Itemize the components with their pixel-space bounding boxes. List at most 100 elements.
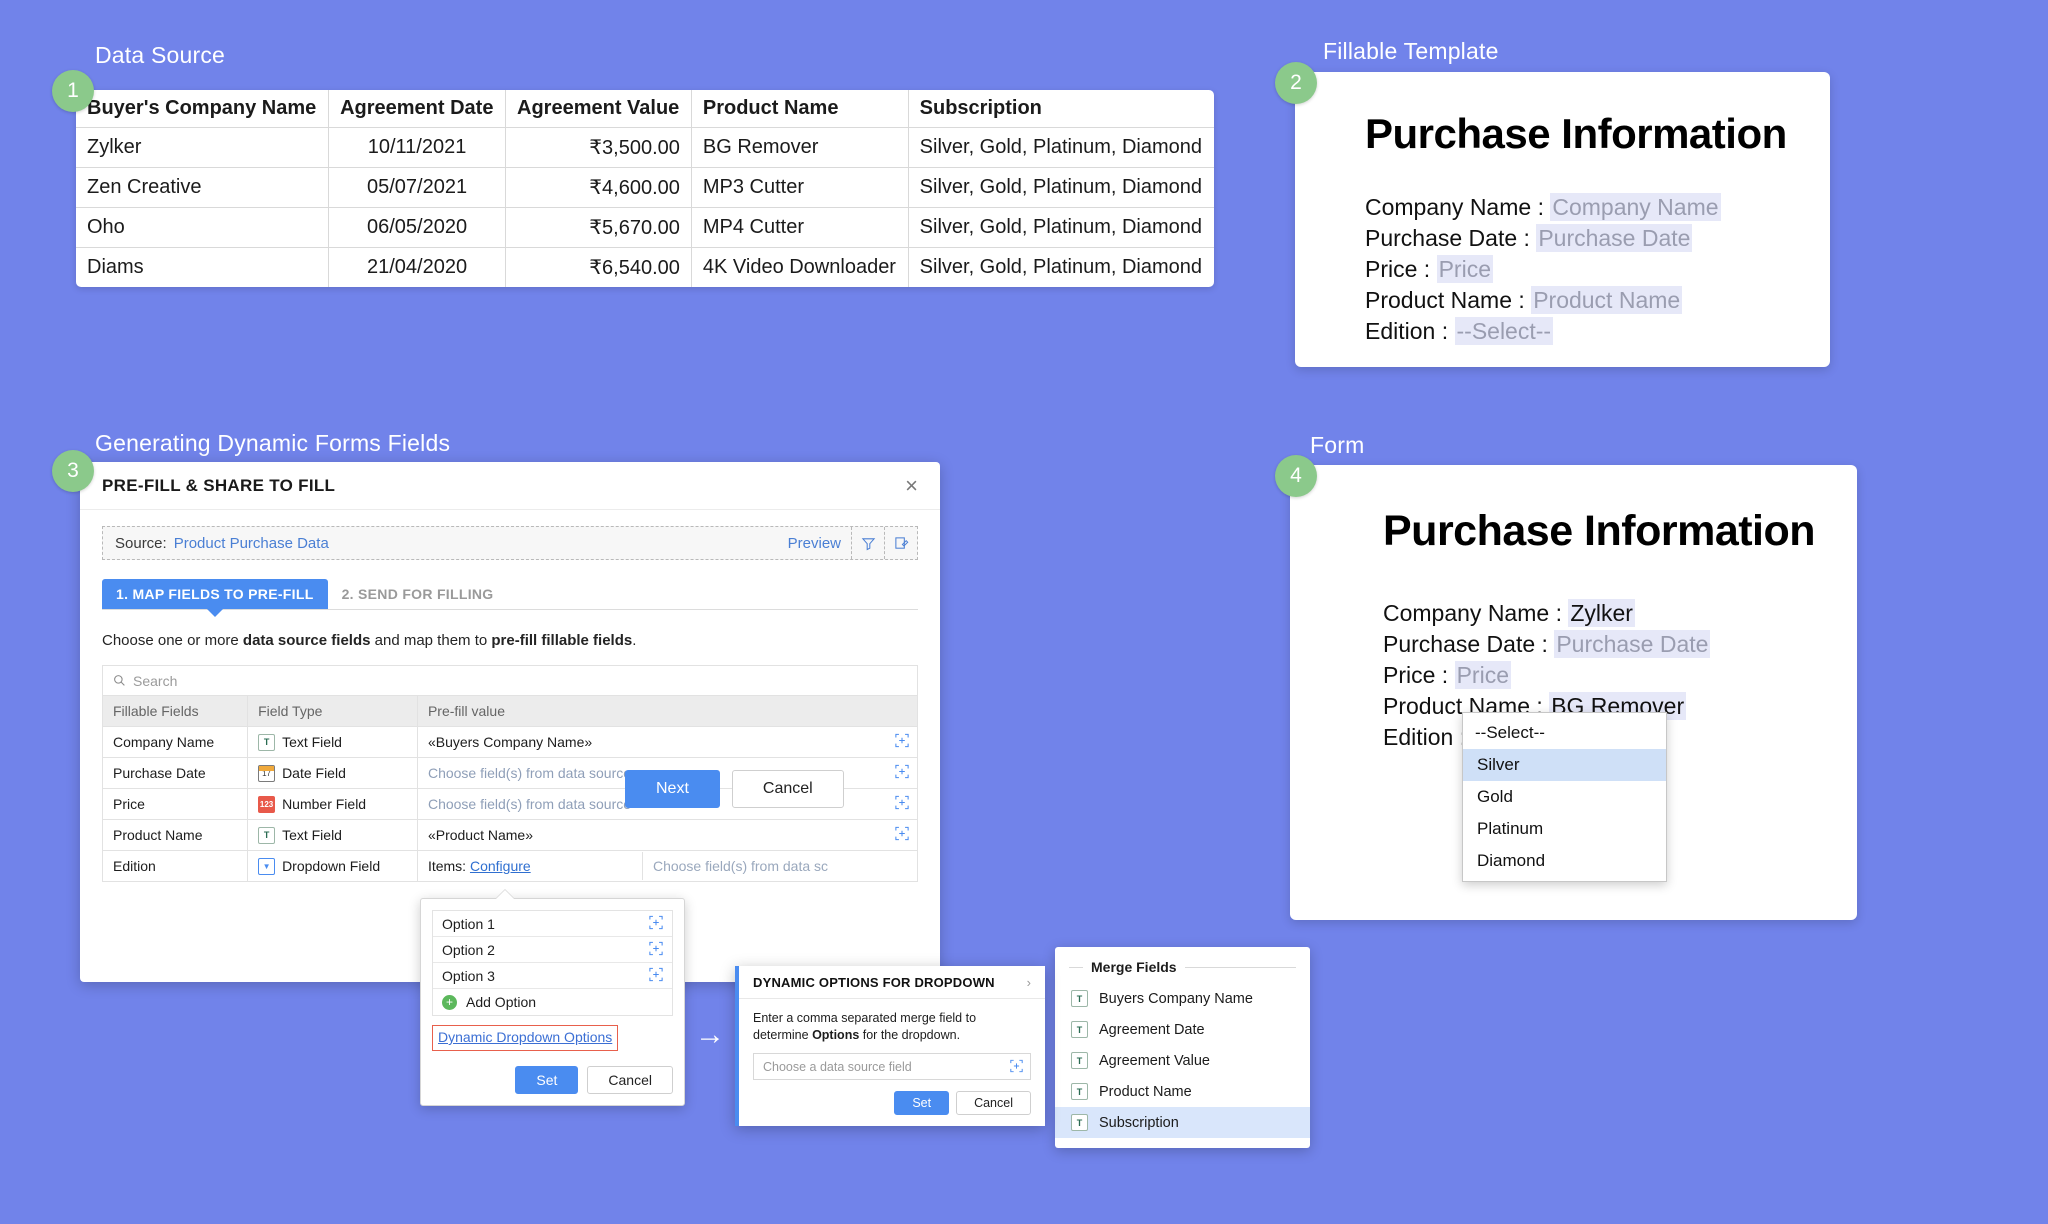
- merge-field-item[interactable]: T Product Name: [1055, 1076, 1310, 1107]
- table-cell: ₹5,670.00: [505, 207, 692, 248]
- field-value[interactable]: Product Name: [1531, 286, 1683, 314]
- field-value[interactable]: Purchase Date: [1554, 630, 1711, 658]
- items-configure-cell: Items: Configure Choose field(s) from dat…: [416, 850, 919, 882]
- field-value[interactable]: Price: [1454, 661, 1511, 689]
- fillable-template-document: Purchase Information Company Name : Comp…: [1295, 72, 1830, 367]
- text-field-icon: T: [258, 826, 276, 844]
- prefill-value-cell[interactable]: «Buyers Company Name»: [416, 726, 919, 758]
- tab-1[interactable]: 1. MAP FIELDS TO PRE-FILL: [102, 579, 328, 609]
- helper-suffix: .: [632, 632, 637, 649]
- field-label: Company Name :: [1365, 194, 1551, 220]
- merge-field-item[interactable]: T Agreement Value: [1055, 1045, 1310, 1076]
- compose-icon[interactable]: [884, 527, 917, 559]
- dialog-title: PRE-FILL & SHARE TO FILL: [102, 475, 336, 495]
- table-row: Oho 06/05/2020 ₹5,670.00 MP4 Cutter Silver, …: [76, 207, 1214, 248]
- dropdown-option[interactable]: Silver: [1463, 749, 1666, 781]
- options-set-button[interactable]: Set: [515, 1066, 579, 1094]
- source-value[interactable]: Product Purchase Data: [174, 535, 329, 552]
- prefill-value-cell[interactable]: «Product Name»: [416, 819, 919, 851]
- field-value[interactable]: Zylker: [1568, 599, 1635, 627]
- fillable-template-title: Purchase Information: [1365, 110, 1787, 157]
- insert-merge-field-icon[interactable]: [895, 733, 909, 751]
- field-value[interactable]: Purchase Date: [1536, 224, 1693, 252]
- preview-link[interactable]: Preview: [788, 535, 851, 552]
- table-cell: Zylker: [76, 127, 330, 168]
- field-label: Edition :: [1365, 318, 1455, 344]
- field-value[interactable]: --Select--: [1454, 317, 1554, 345]
- dynamic-dropdown-options-highlight: Dynamic Dropdown Options: [432, 1025, 619, 1051]
- step-badge-2: 2: [1275, 62, 1317, 104]
- insert-merge-field-icon[interactable]: [895, 826, 909, 844]
- table-cell: Silver, Gold, Platinum, Diamond: [907, 167, 1214, 208]
- dyn-desc-suffix: for the dropdown.: [859, 1028, 961, 1042]
- options-popup-actions: Set Cancel: [432, 1066, 673, 1094]
- next-button[interactable]: Next: [625, 770, 720, 808]
- table-cell: ₹3,500.00: [505, 127, 692, 168]
- filter-icon[interactable]: [851, 527, 884, 559]
- option-row[interactable]: Option 1: [433, 911, 672, 937]
- helper-prefix: Choose one or more: [102, 632, 243, 649]
- insert-merge-field-icon[interactable]: [1010, 1059, 1023, 1074]
- dynamic-dropdown-options-link[interactable]: Dynamic Dropdown Options: [438, 1029, 612, 1045]
- field-type-label: Text Field: [282, 734, 342, 750]
- text-field-icon: T: [258, 733, 276, 751]
- option-label: Option 3: [442, 967, 495, 984]
- data-source-field-input[interactable]: Choose a data source field: [753, 1053, 1031, 1080]
- merge-field-label: Agreement Date: [1099, 1021, 1205, 1038]
- field-type-cell: T Text Field: [247, 819, 418, 851]
- table-cell: MP3 Cutter: [690, 167, 909, 208]
- dynamic-set-button[interactable]: Set: [894, 1091, 950, 1115]
- cancel-button[interactable]: Cancel: [731, 770, 844, 808]
- table-cell: 10/11/2021: [328, 127, 506, 168]
- field-label: Edition :: [1383, 724, 1473, 750]
- options-cancel-button[interactable]: Cancel: [587, 1066, 673, 1094]
- options-list: Option 1 Option 2 Option 3 + Add Option: [432, 910, 673, 1016]
- map-row-edition: Edition ▼ Dropdown Field Items: Configure Ch…: [101, 850, 919, 882]
- form-label: Form: [1310, 432, 1365, 458]
- insert-merge-field-icon[interactable]: [895, 795, 909, 813]
- dynamic-forms-label: Generating Dynamic Forms Fields: [95, 430, 451, 456]
- table-cell: MP4 Cutter: [690, 207, 909, 248]
- chevron-right-icon[interactable]: ›: [1027, 975, 1031, 990]
- dropdown-field-icon: ▼: [258, 857, 276, 875]
- document-line: Purchase Date : Purchase Date: [1365, 223, 1830, 254]
- insert-merge-field-icon[interactable]: [895, 764, 909, 782]
- field-value[interactable]: Company Name: [1550, 193, 1721, 221]
- merge-field-item[interactable]: T Buyers Company Name: [1055, 983, 1310, 1014]
- tab-2[interactable]: 2. SEND FOR FILLING: [328, 579, 508, 609]
- merge-field-item[interactable]: T Subscription: [1055, 1107, 1310, 1138]
- field-value[interactable]: Price: [1436, 255, 1493, 283]
- edition-prefill-placeholder[interactable]: Choose field(s) from data sc: [643, 852, 917, 880]
- dropdown-option[interactable]: Diamond: [1463, 845, 1666, 877]
- add-option-button[interactable]: + Add Option: [433, 989, 672, 1015]
- close-icon[interactable]: ×: [905, 474, 918, 497]
- fillable-field-name: Price: [101, 788, 249, 820]
- insert-merge-field-icon[interactable]: [649, 941, 663, 958]
- dropdown-option[interactable]: Gold: [1463, 781, 1666, 813]
- field-label: Purchase Date :: [1383, 631, 1555, 657]
- map-column-header: Fillable Fields: [101, 695, 249, 727]
- merge-field-item[interactable]: T Agreement Date: [1055, 1014, 1310, 1045]
- dyn-desc-bold: Options: [812, 1028, 860, 1042]
- field-type-cell: 17 Date Field: [247, 757, 418, 789]
- map-column-header: Field Type: [247, 695, 418, 727]
- search-placeholder: Search: [133, 672, 178, 689]
- column-header: Agreement Value: [505, 90, 692, 128]
- dynamic-cancel-button[interactable]: Cancel: [956, 1091, 1031, 1115]
- insert-merge-field-icon[interactable]: [649, 915, 663, 932]
- field-type-label: Dropdown Field: [282, 858, 381, 874]
- merge-field-label: Subscription: [1099, 1114, 1179, 1131]
- edition-dropdown-list[interactable]: --Select-- Silver Gold Platinum Diamond: [1462, 712, 1667, 882]
- dropdown-option[interactable]: --Select--: [1463, 717, 1666, 749]
- items-label: Items:: [427, 858, 470, 874]
- configure-link[interactable]: Configure: [470, 858, 531, 874]
- helper-mid: and map them to: [370, 632, 492, 649]
- dropdown-option[interactable]: Platinum: [1463, 813, 1666, 845]
- insert-merge-field-icon[interactable]: [649, 967, 663, 984]
- option-row[interactable]: Option 2: [433, 937, 672, 963]
- search-input[interactable]: Search: [102, 665, 918, 695]
- option-row[interactable]: Option 3: [433, 963, 672, 989]
- map-column-header: Pre-fill value: [416, 695, 919, 727]
- helper-bold-prefill-fields: pre-fill fillable fields: [491, 632, 633, 649]
- field-type-cell: T Text Field: [247, 726, 418, 758]
